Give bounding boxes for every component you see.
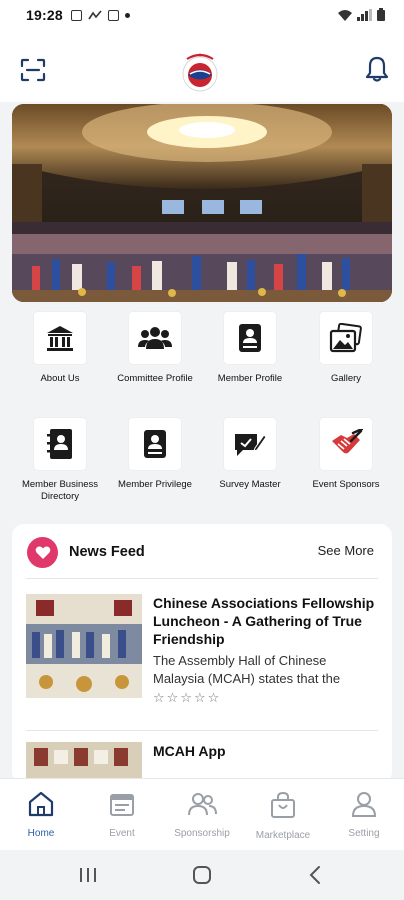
member-business-directory-label: Member Business Directory [21, 479, 99, 502]
quick-member-business-directory[interactable]: Member Business Directory [12, 418, 108, 502]
handshake-icon [332, 429, 363, 454]
quick-gallery[interactable]: Gallery [298, 312, 394, 385]
gallery-notification-icon [107, 9, 119, 21]
quick-member-profile[interactable]: Member Profile [202, 312, 298, 385]
back-icon[interactable] [308, 865, 322, 885]
people-icon [188, 793, 217, 816]
event-sponsors-label: Event Sponsors [312, 479, 380, 490]
quick-event-sponsors[interactable]: Event Sponsors [298, 418, 394, 491]
nav-event-label: Event [109, 828, 135, 839]
recent-apps-icon[interactable] [78, 866, 98, 884]
directory-icon [47, 429, 72, 459]
home-icon [28, 791, 54, 817]
nav-marketplace-label: Marketplace [255, 830, 311, 841]
about-us-tile [34, 312, 86, 364]
article-thumbnail [26, 594, 142, 698]
system-indicators [337, 8, 386, 22]
nav-sponsorship-label: Sponsorship [174, 828, 230, 839]
nav-home[interactable]: Home [1, 791, 81, 839]
article-title: Chinese Associations Fellowship Luncheon… [153, 595, 375, 647]
article-rating-stars[interactable]: ☆☆☆☆☆ [153, 690, 378, 706]
notifications-button[interactable] [364, 55, 390, 83]
quick-member-privilege[interactable]: Member Privilege [107, 418, 203, 491]
nav-setting-label: Setting [348, 828, 380, 839]
id-card-icon [239, 324, 261, 352]
news-feed-card: News Feed See More Chinese Associations … [12, 524, 392, 784]
article-description: The Assembly Hall of Chinese Malaysia (M… [153, 653, 341, 686]
see-more-link[interactable]: See More [318, 543, 374, 558]
signal-notification-icon [88, 10, 102, 20]
survey-master-label: Survey Master [219, 479, 281, 490]
bell-icon [365, 56, 389, 82]
gallery-tile [320, 312, 372, 364]
building-icon [47, 326, 73, 351]
status-bar: 19:28 [0, 0, 404, 30]
member-profile-label: Member Profile [217, 373, 283, 384]
event-sponsors-tile [320, 418, 372, 470]
scan-icon [20, 58, 46, 82]
system-navigation-bar [0, 850, 404, 900]
nav-home-label: Home [27, 828, 55, 839]
news-feed-title: News Feed [69, 544, 145, 560]
news-article[interactable]: Chinese Associations Fellowship Luncheon… [26, 594, 378, 706]
survey-master-tile [224, 418, 276, 470]
user-icon [351, 792, 377, 817]
member-profile-tile [224, 312, 276, 364]
about-us-label: About Us [40, 373, 80, 384]
association-logo [178, 50, 222, 94]
cell-signal-icon [357, 9, 372, 21]
nav-marketplace[interactable]: Marketplace [243, 791, 323, 841]
member-privilege-tile [129, 418, 181, 470]
banquet-hall-photo [12, 104, 392, 302]
bottom-navigation: Home Event Sponsorship Marketplace Setti… [0, 778, 404, 850]
news-divider [26, 730, 378, 731]
news-feed-header: News Feed See More [12, 524, 392, 580]
article-body: MCAH App [153, 742, 378, 760]
member-privilege-label: Member Privilege [118, 479, 192, 490]
committee-profile-label: Committee Profile [117, 373, 193, 384]
article-title: MCAH App [153, 743, 226, 759]
heart-icon [27, 537, 58, 568]
committee-profile-tile [129, 312, 181, 364]
status-time: 19:28 [26, 7, 63, 23]
shopping-bag-icon [271, 791, 295, 818]
article-body: Chinese Associations Fellowship Luncheon… [153, 594, 378, 706]
notification-icons [70, 9, 130, 21]
battery-icon [377, 8, 385, 21]
quick-committee-profile[interactable]: Committee Profile [107, 312, 203, 385]
gallery-icon [329, 323, 362, 353]
more-notifications-dot [124, 12, 130, 18]
gallery-label: Gallery [330, 373, 362, 384]
app-header [0, 30, 404, 102]
member-business-directory-tile [34, 418, 86, 470]
home-circle-icon[interactable] [192, 865, 212, 885]
scan-button[interactable] [20, 58, 46, 82]
hero-banner-image[interactable] [12, 104, 392, 302]
quick-about-us[interactable]: About Us [12, 312, 108, 385]
privilege-icon [144, 430, 166, 458]
image-notification-icon [70, 9, 82, 21]
survey-icon [235, 434, 267, 456]
group-icon [138, 327, 172, 349]
news-divider [26, 578, 378, 579]
quick-survey-master[interactable]: Survey Master [202, 418, 298, 491]
nav-event[interactable]: Event [82, 791, 162, 839]
nav-sponsorship[interactable]: Sponsorship [162, 791, 242, 839]
nav-setting[interactable]: Setting [324, 791, 404, 839]
logo-icon [182, 53, 218, 92]
wifi-icon [338, 9, 352, 21]
calendar-icon [110, 794, 134, 816]
